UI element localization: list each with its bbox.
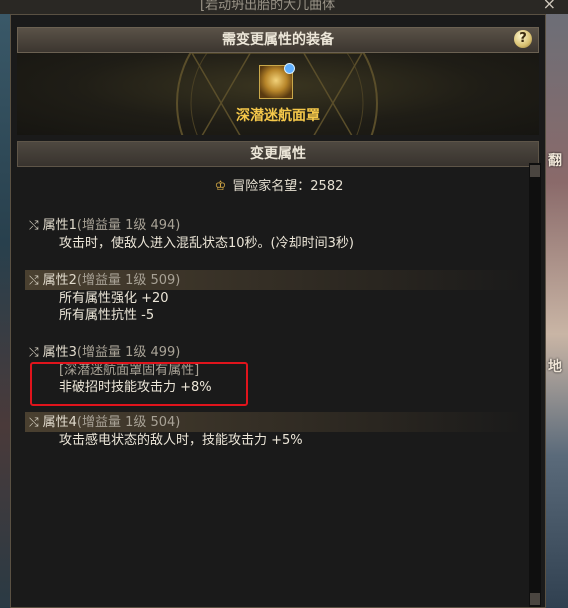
highlight-box [30,362,248,406]
change-attribute-header: 变更属性 [17,141,539,167]
scrollbar[interactable] [529,163,541,607]
attribute-header: ⤭ 属性1(增益量 1级 494) [25,215,525,235]
attribute-level: (增益量 1级 499) [76,345,181,360]
shuffle-icon: ⤭ [29,345,39,359]
attribute-line: 攻击感电状态的敌人时，技能攻击力 +5% [59,433,303,448]
attribute-level: (增益量 1级 494) [76,218,181,233]
attribute-item-1[interactable]: ⤭ 属性1(增益量 1级 494) 攻击时，使敌人进入混乱状态10秒。(冷却时间3… [25,215,525,252]
shuffle-icon: ⤭ [29,415,39,429]
question-icon[interactable]: ? [514,30,532,48]
attribute-header: ⤭ 属性3(增益量 1级 499) [25,342,525,362]
attribute-header: ⤭ 属性2(增益量 1级 509) [25,270,525,290]
attribute-name: 属性3 [42,345,77,360]
adventurer-fame: ♔ 冒险家名望：2582 [11,175,547,194]
attribute-header: ⤭ 属性4(增益量 1级 504) [25,412,525,432]
equip-slot-area: 深潜迷航面罩 [17,53,539,135]
shuffle-icon: ⤭ [29,273,39,287]
helmet-item-slot[interactable] [259,63,295,99]
change-attribute-panel: 需变更属性的装备 ? 深潜迷航面罩 变更属性 ♔ 冒险家名望：2582 ⤭ 属性1(… [10,14,546,608]
gem-icon [284,63,295,74]
crown-icon: ♔ [214,179,227,194]
attribute-name: 属性1 [42,218,77,233]
attribute-item-4[interactable]: ⤭ 属性4(增益量 1级 504) 攻击感电状态的敌人时，技能攻击力 +5% [25,412,525,449]
attribute-level: (增益量 1级 509) [76,273,181,288]
attribute-name: 属性2 [42,273,77,288]
scroll-up-button[interactable] [530,165,540,177]
equip-section-header: 需变更属性的装备 ? [17,27,539,53]
change-attribute-title: 变更属性 [250,146,306,162]
close-icon[interactable]: × [543,0,556,13]
attribute-level: (增益量 1级 504) [76,415,181,430]
attribute-line: 所有属性抗性 -5 [59,308,155,323]
attribute-name: 属性4 [42,415,77,430]
attribute-line: 所有属性强化 +20 [59,291,169,306]
window-titlebar: [岩动坍出胎的大几曲体 × [0,0,568,14]
background-text: 地 [548,359,562,375]
attribute-item-2[interactable]: ⤭ 属性2(增益量 1级 509) 所有属性强化 +20 所有属性抗性 -5 [25,270,525,324]
fame-label: 冒险家名望：2582 [232,179,344,194]
background-scene-left [0,0,10,608]
scroll-down-button[interactable] [530,593,540,605]
attribute-line: 攻击时，使敌人进入混乱状态10秒。(冷却时间3秒) [59,236,354,251]
background-text: 翻 [548,153,562,169]
window-title: [岩动坍出胎的大几曲体 [200,0,336,13]
equip-section-title: 需变更属性的装备 [222,32,334,48]
shuffle-icon: ⤭ [29,218,39,232]
item-name: 深潜迷航面罩 [236,108,320,124]
background-scene-right: 翻 地 [546,0,568,608]
